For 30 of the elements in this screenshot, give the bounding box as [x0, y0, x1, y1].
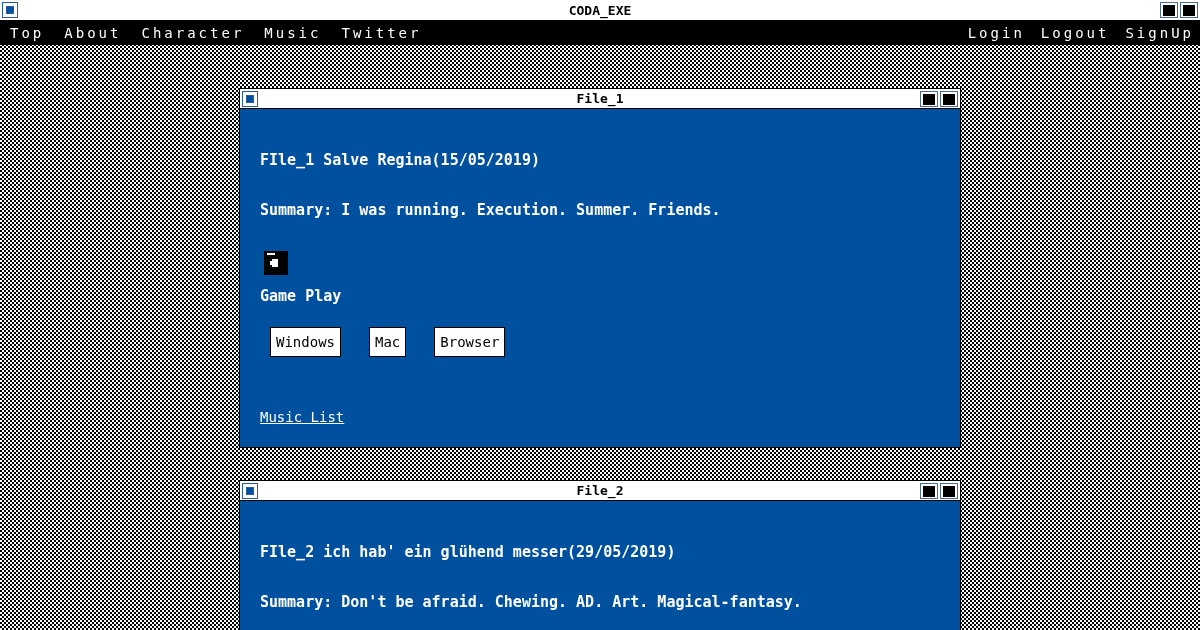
restore-icon[interactable]	[1160, 2, 1178, 18]
window-title: CODA_EXE	[568, 2, 632, 18]
platform-button[interactable]: Browser	[434, 327, 506, 357]
nav-link[interactable]: Logout	[1040, 24, 1110, 41]
nav-link[interactable]: About	[64, 24, 122, 41]
nav-link[interactable]: Top	[10, 24, 45, 41]
maximize-icon[interactable]	[940, 90, 958, 107]
restore-icon[interactable]	[920, 482, 938, 499]
nav-link[interactable]: SignUp	[1125, 24, 1194, 41]
file-heading: FIle_2 ich hab' ein glühend messer(29/05/2019)	[260, 543, 677, 561]
window-title: File_2	[576, 483, 624, 498]
close-icon[interactable]	[242, 90, 258, 107]
file-summary: Summary: I was running. Execution. Summer. Friends.	[260, 201, 722, 219]
music-list-link[interactable]: Music List	[260, 409, 345, 425]
window-title: File_1	[576, 91, 624, 106]
nav-link[interactable]: Login	[967, 24, 1025, 41]
nav-link[interactable]: Music	[264, 24, 322, 41]
game-icon	[264, 251, 288, 275]
file-summary: Summary: Don't be afraid. Chewing. AD. Art. Magical-fantasy.	[260, 593, 803, 611]
nav-link[interactable]: Twitter	[341, 24, 422, 41]
file-heading: FIle_1 Salve Regina(15/05/2019)	[260, 151, 541, 169]
close-icon[interactable]	[2, 2, 18, 18]
game-play-label: Game Play	[260, 287, 343, 305]
platform-button[interactable]: Windows	[270, 327, 341, 357]
platform-button[interactable]: Mac	[369, 327, 407, 357]
maximize-icon[interactable]	[940, 482, 958, 499]
nav-link[interactable]: Character	[141, 24, 245, 41]
close-icon[interactable]	[242, 482, 258, 499]
maximize-icon[interactable]	[1180, 2, 1198, 18]
restore-icon[interactable]	[920, 90, 938, 107]
